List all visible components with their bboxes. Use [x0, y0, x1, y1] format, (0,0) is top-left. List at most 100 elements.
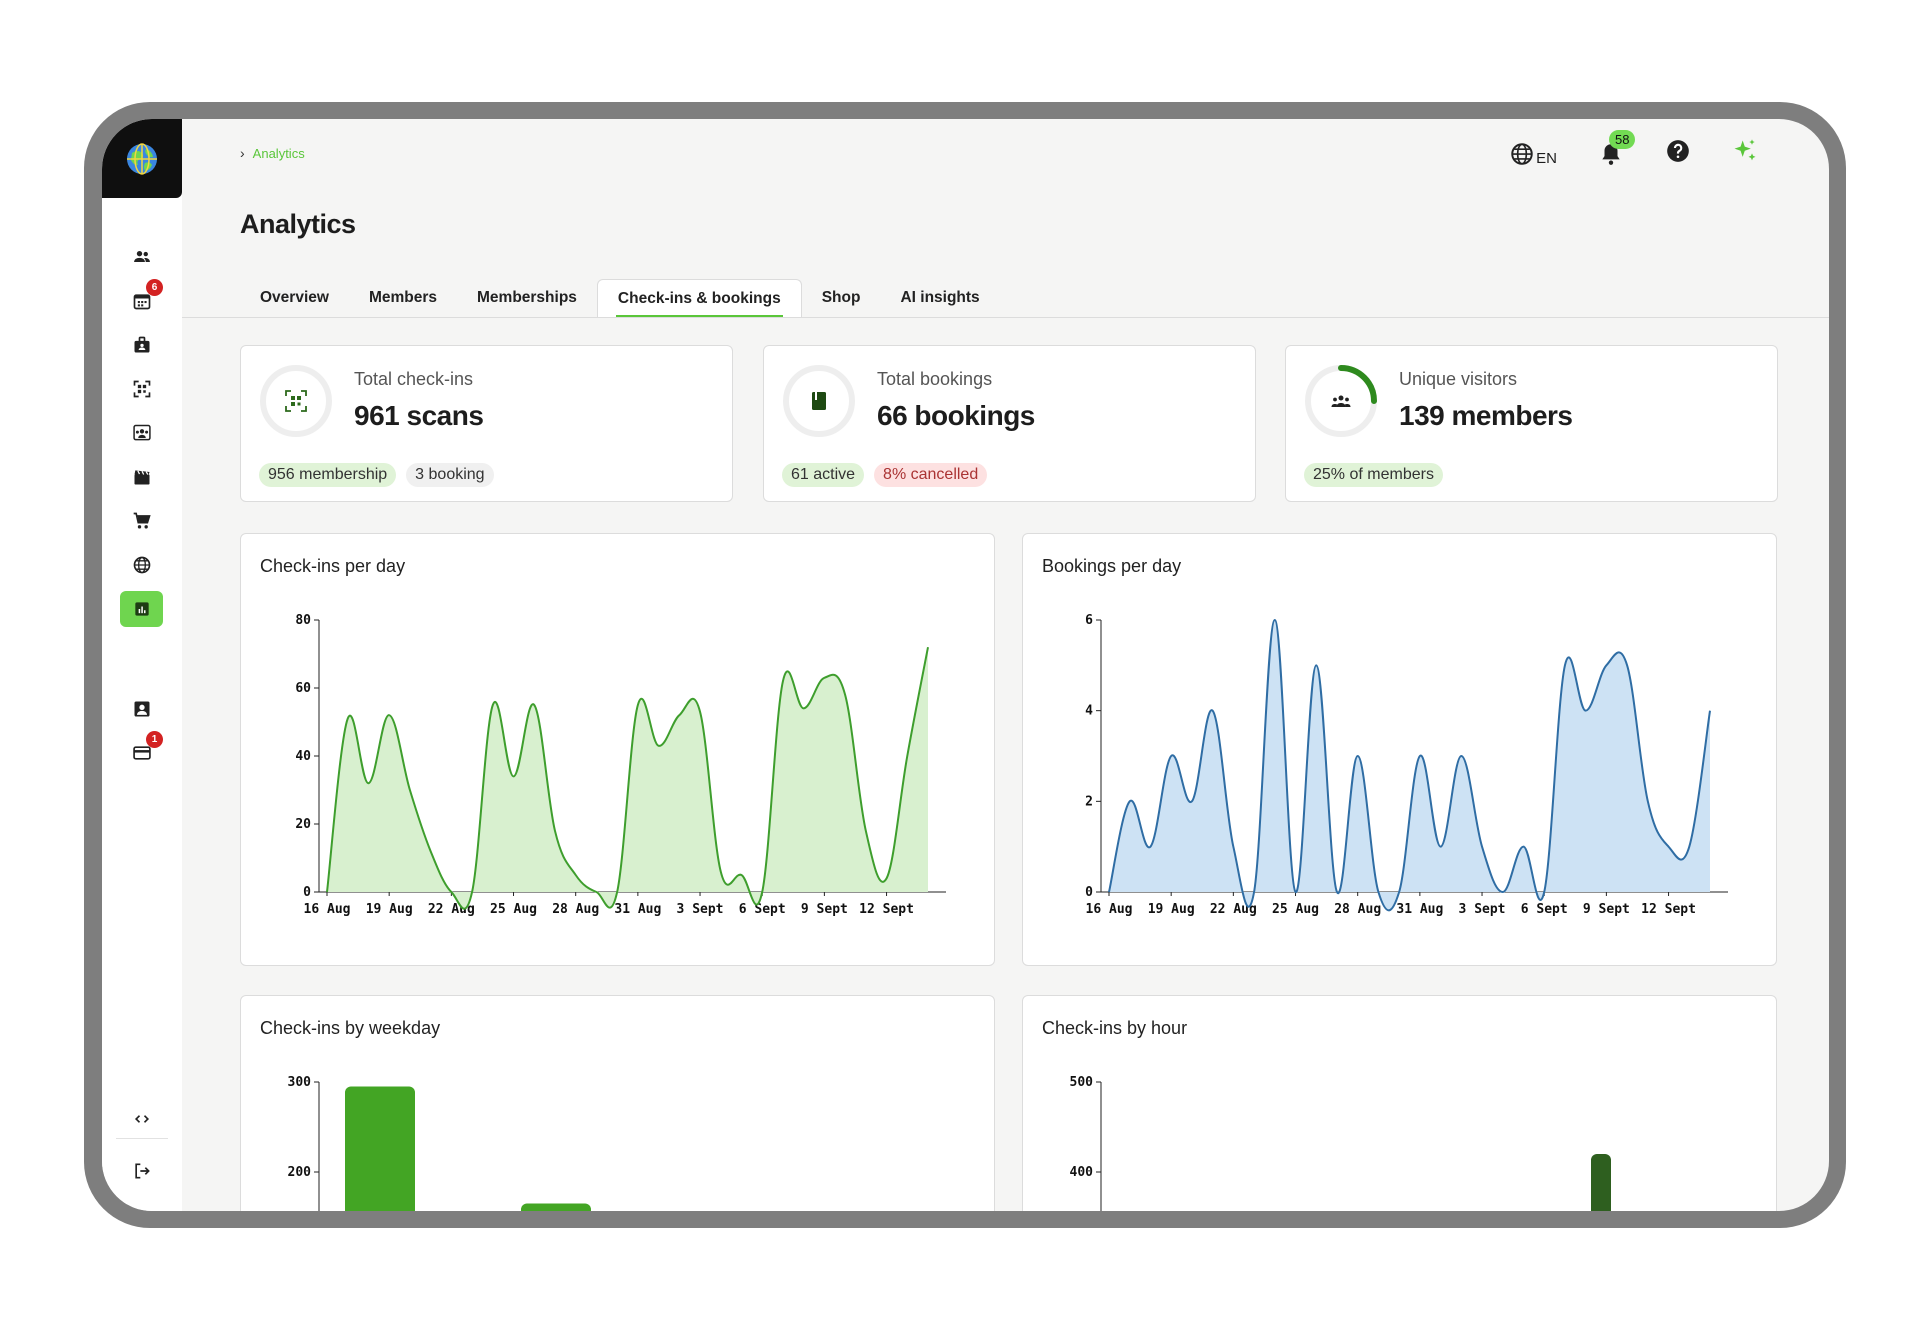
y-tick-label: 2 — [1085, 794, 1093, 809]
x-tick-label: 28 Aug — [1334, 902, 1381, 917]
x-tick-label: 25 Aug — [490, 902, 537, 917]
tab-overview[interactable]: Overview — [240, 279, 349, 317]
bar — [345, 1086, 415, 1211]
logout-icon — [134, 1163, 150, 1179]
checkins-by-hour-chart: 300400500 — [1070, 1075, 1611, 1211]
chart-card-checkins-per-day: Check-ins per day 0 20 40 60 80 16 Aug 19 Aug 2… — [240, 533, 995, 966]
chip-percent-members: 25% of members — [1304, 463, 1443, 487]
y-tick-label: 4 — [1085, 704, 1093, 719]
checkins-per-day-chart: 02040608016 Aug 19 Aug 22 Aug 25 Aug 28 Aug 3… — [295, 613, 946, 917]
x-tick-label: 31 Aug — [1396, 902, 1443, 917]
sidebar-item-shop[interactable] — [120, 503, 163, 539]
book-icon — [812, 392, 826, 410]
bookings-per-day-chart: 024616 Aug 19 Aug 22 Aug 25 Aug 28 Aug 31 Aug… — [1085, 613, 1728, 917]
sidebar: 6 1 — [102, 119, 182, 1211]
tab-shop[interactable]: Shop — [802, 279, 881, 317]
y-tick-label: 400 — [1070, 1165, 1094, 1180]
notifications-button[interactable]: 58 — [1597, 129, 1636, 168]
clapperboard-icon — [134, 470, 149, 485]
series-area — [327, 647, 928, 909]
tab-members[interactable]: Members — [349, 279, 457, 317]
calendar-badge: 6 — [146, 279, 163, 296]
sidebar-item-members[interactable] — [120, 239, 163, 275]
stat-value: 139 members — [1399, 400, 1573, 431]
globe-icon — [1511, 142, 1533, 165]
tab-checkins-bookings[interactable]: Check-ins & bookings — [596, 279, 802, 317]
language-switcher[interactable]: EN — [1509, 141, 1557, 167]
sidebar-item-billing[interactable]: 1 — [120, 731, 163, 771]
sparkle-icon — [1734, 139, 1756, 161]
y-tick-label: 60 — [295, 681, 311, 696]
qr-scan-icon — [133, 380, 150, 398]
qr-scan-icon — [285, 390, 307, 412]
x-tick-label: 9 Sept — [1583, 902, 1630, 917]
main-content: › Analytics EN 58 Analytics Overview Mem… — [182, 119, 1829, 1211]
stat-card-bookings: Total bookings 66 bookings 61 active 8% … — [763, 345, 1256, 502]
tabs-divider — [182, 317, 1829, 318]
y-tick-label: 0 — [303, 885, 311, 900]
stat-label: Total check-ins — [354, 369, 474, 389]
x-tick-label: 9 Sept — [801, 902, 848, 917]
stat-value: 66 bookings — [877, 400, 1035, 431]
help-icon — [1667, 140, 1689, 162]
y-tick-label: 0 — [1085, 885, 1093, 900]
stat-card-checkins: Total check-ins 961 scans 956 membership… — [240, 345, 733, 502]
sidebar-logout-button[interactable] — [120, 1153, 163, 1189]
account-box-icon — [134, 701, 149, 717]
code-chevrons-icon — [134, 1115, 149, 1123]
y-tick-label: 6 — [1085, 613, 1093, 628]
chip-active-bookings: 61 active — [782, 463, 865, 487]
x-tick-label: 19 Aug — [1148, 902, 1195, 917]
x-tick-label: 16 Aug — [1086, 902, 1133, 917]
stat-label: Total bookings — [877, 369, 993, 389]
sidebar-item-staff[interactable] — [120, 327, 163, 363]
sidebar-item-groups[interactable] — [120, 415, 163, 451]
tab-memberships[interactable]: Memberships — [457, 279, 597, 317]
visitors-ring — [1305, 365, 1377, 437]
chip-cancelled-bookings: 8% cancelled — [874, 463, 988, 487]
language-label: EN — [1536, 149, 1557, 167]
x-tick-label: 16 Aug — [304, 902, 351, 917]
checkins-by-weekday-chart: 200 300 — [288, 1075, 591, 1211]
sidebar-divider — [116, 1138, 168, 1139]
top-toolbar: EN 58 — [1509, 129, 1759, 170]
stat-label: Unique visitors — [1399, 369, 1518, 389]
x-tick-label: 6 Sept — [739, 902, 786, 917]
billing-badge: 1 — [146, 731, 163, 748]
sidebar-item-scanner[interactable] — [120, 371, 163, 407]
chip-membership-checkins: 956 membership — [259, 463, 397, 487]
x-tick-label: 31 Aug — [614, 902, 661, 917]
y-tick-label: 300 — [288, 1075, 312, 1090]
bar — [1591, 1154, 1611, 1211]
x-tick-label: 28 Aug — [552, 902, 599, 917]
x-tick-label: 6 Sept — [1521, 902, 1568, 917]
group-icon — [132, 424, 151, 441]
page-title: Analytics — [240, 209, 356, 239]
tab-ai-insights[interactable]: AI insights — [880, 279, 999, 317]
globe-icon — [133, 556, 150, 574]
app-screen: 6 1 › Analytics EN 58 Analytics Overview… — [102, 119, 1829, 1211]
app-logo[interactable] — [102, 119, 182, 198]
analytics-tabs: Overview Members Memberships Check-ins &… — [240, 279, 1000, 319]
stat-card-visitors: Unique visitors 139 members 25% of membe… — [1285, 345, 1778, 502]
y-tick-label: 80 — [295, 613, 311, 628]
sidebar-item-media[interactable] — [120, 459, 163, 495]
breadcrumb: › Analytics — [240, 145, 305, 161]
bookings-ring — [783, 365, 855, 437]
sidebar-item-profile[interactable] — [120, 691, 163, 727]
x-tick-label: 3 Sept — [1459, 902, 1506, 917]
breadcrumb-analytics[interactable]: Analytics — [253, 146, 305, 161]
ai-sparkle-button[interactable] — [1731, 137, 1759, 170]
x-tick-label: 12 Sept — [859, 902, 914, 917]
y-tick-label: 500 — [1070, 1075, 1094, 1090]
globe-logo-icon — [127, 142, 157, 175]
help-button[interactable] — [1665, 138, 1691, 169]
checkins-ring — [260, 365, 332, 437]
chip-booking-checkins: 3 booking — [406, 463, 494, 487]
sidebar-collapse-button[interactable] — [120, 1101, 163, 1137]
sidebar-item-analytics[interactable] — [120, 591, 163, 627]
sidebar-item-website[interactable] — [120, 547, 163, 583]
y-tick-label: 40 — [295, 749, 311, 764]
sidebar-item-calendar[interactable]: 6 — [120, 279, 163, 319]
chart-card-checkins-by-hour: Check-ins by hour 300 400 500 — [1022, 995, 1777, 1211]
